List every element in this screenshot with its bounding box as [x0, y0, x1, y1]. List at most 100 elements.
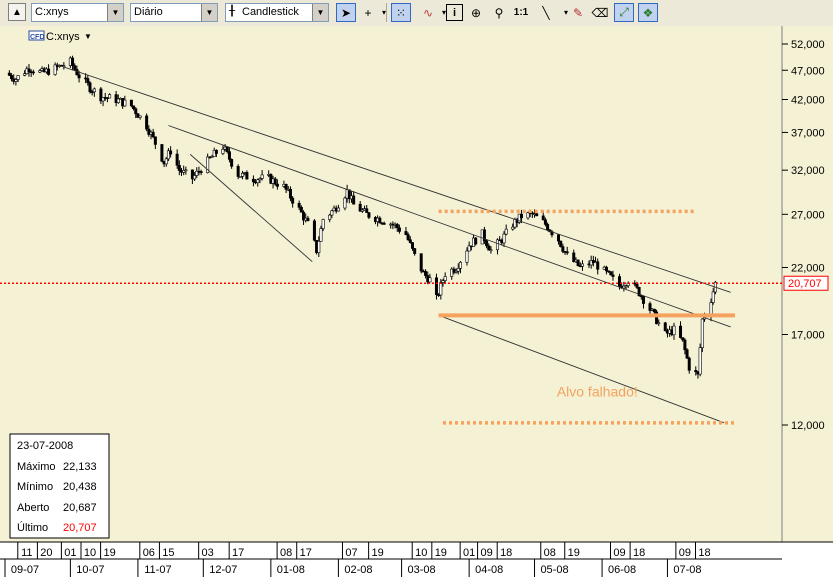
symbol-combo[interactable]: C:xnys ▼	[31, 3, 124, 22]
candle-body	[535, 213, 539, 217]
candle-body	[397, 227, 401, 232]
candle-body	[177, 164, 181, 171]
scroll-up-button[interactable]: ▲	[8, 3, 26, 21]
info-low-value: 20,438	[63, 481, 97, 493]
candle-body	[108, 94, 112, 99]
candle-body	[410, 242, 414, 249]
info-last-label: Último	[17, 521, 48, 534]
candle-body	[47, 68, 51, 75]
candle-body	[495, 239, 499, 251]
candle-body	[92, 88, 96, 93]
x-day-tick-label: 19	[103, 547, 115, 559]
x-day-tick-label: 08	[280, 547, 292, 559]
candle-body	[458, 261, 462, 269]
candle-body	[312, 220, 316, 241]
candle-body	[299, 207, 303, 213]
candle-body	[73, 65, 77, 70]
candle-body	[77, 74, 81, 79]
x-month-tick-label: 09-07	[11, 564, 39, 576]
candle-body	[604, 266, 608, 272]
symbol-value: C:xnys	[35, 6, 69, 18]
candle-body	[439, 282, 443, 296]
candle-body	[474, 237, 478, 245]
info-icon[interactable]: i	[446, 4, 463, 21]
candle-body	[663, 322, 667, 332]
y-tick-label: 52,000	[791, 39, 825, 51]
candle-body	[434, 277, 438, 295]
y-tick-label: 47,000	[791, 65, 825, 77]
candle-body	[352, 195, 356, 205]
x-day-tick-label: 15	[162, 547, 174, 559]
zoom-in-icon[interactable]: ⊕	[466, 3, 486, 22]
candle-body	[256, 179, 260, 184]
y-tick-label: 27,000	[791, 209, 825, 221]
symbol-dropdown-icon[interactable]: ▼	[84, 32, 92, 41]
candle-body	[184, 169, 188, 172]
chart-type-combo[interactable]: Candlestick ╂ ▼	[225, 3, 329, 22]
info-last-value: 20,707	[63, 522, 97, 534]
candle-body	[378, 217, 382, 224]
x-day-tick-label: 18	[500, 547, 512, 559]
info-open-label: Aberto	[17, 502, 49, 514]
x-month-tick-label: 10-07	[76, 564, 104, 576]
symbol-badge: CFD	[30, 34, 44, 41]
candle-body	[275, 183, 279, 187]
y-tick-label: 42,000	[791, 94, 825, 106]
y-tick-label: 22,000	[791, 263, 825, 275]
scanner-icon[interactable]: ❖	[638, 3, 658, 22]
candle-body	[297, 202, 301, 208]
grid-icon[interactable]: ⁙	[391, 3, 411, 22]
y-tick-label: 12,000	[791, 420, 825, 432]
price-chart[interactable]: 12,000 17,000 22,000 27,000 32,000 37,000 42,0…	[0, 26, 833, 577]
candle-body	[424, 271, 428, 276]
candle-body	[260, 174, 264, 179]
x-day-tick-label: 19	[372, 547, 384, 559]
eraser-icon[interactable]: ⌫	[590, 3, 610, 22]
x-day-tick-label: 11	[21, 547, 32, 559]
candle-body	[700, 318, 704, 348]
chevron-down-icon[interactable]: ▼	[312, 4, 328, 21]
x-month-tick-label: 12-07	[209, 564, 237, 576]
candle-body	[88, 82, 92, 93]
candle-body	[698, 347, 702, 375]
candle-body	[330, 210, 334, 216]
pen-icon[interactable]: ✎	[568, 3, 588, 22]
candle-body	[71, 57, 75, 66]
chevron-down-icon[interactable]: ▼	[201, 4, 217, 21]
candle-body	[365, 208, 369, 213]
candle-body	[31, 71, 35, 74]
x-month-tick-label: 05-08	[540, 564, 568, 576]
candle-body	[580, 263, 584, 267]
candle-body	[652, 308, 656, 313]
candle-body	[317, 241, 321, 254]
x-day-tick-label: 08	[544, 547, 556, 559]
y-tick-label: 32,000	[791, 165, 825, 177]
chart-symbol-label[interactable]: C:xnys	[46, 31, 80, 43]
chart-type-value: Candlestick	[242, 6, 299, 18]
period-combo[interactable]: Diário ▼	[130, 3, 218, 22]
y-tick-label: 17,000	[791, 329, 825, 341]
candle-body	[10, 75, 14, 80]
candle-body	[618, 276, 622, 287]
x-day-tick-label: 19	[435, 547, 447, 559]
trendline-icon[interactable]: ╲	[536, 3, 556, 22]
x-month-tick-label: 02-08	[344, 564, 372, 576]
x-day-tick-label: 01	[463, 547, 475, 559]
auto-trend-icon[interactable]: ⤢	[614, 3, 634, 22]
x-day-tick-label: 09	[480, 547, 492, 559]
candle-body	[395, 223, 399, 229]
cursor-arrow-icon[interactable]: ➤	[336, 3, 356, 22]
search-icon[interactable]: ⚲	[489, 3, 509, 22]
candle-body	[153, 136, 157, 145]
candle-body	[241, 172, 245, 177]
candle-body	[123, 99, 127, 107]
candle-body	[559, 240, 563, 247]
x-day-tick-label: 01	[64, 547, 76, 559]
zoom-1-1-icon[interactable]: 1:1	[511, 3, 531, 22]
x-month-tick-label: 01-08	[277, 564, 305, 576]
candle-body	[541, 215, 545, 221]
candle-body	[169, 150, 173, 155]
chevron-down-icon[interactable]: ▼	[107, 4, 123, 21]
toolbar-separator	[386, 3, 387, 22]
candle-body	[406, 234, 410, 241]
